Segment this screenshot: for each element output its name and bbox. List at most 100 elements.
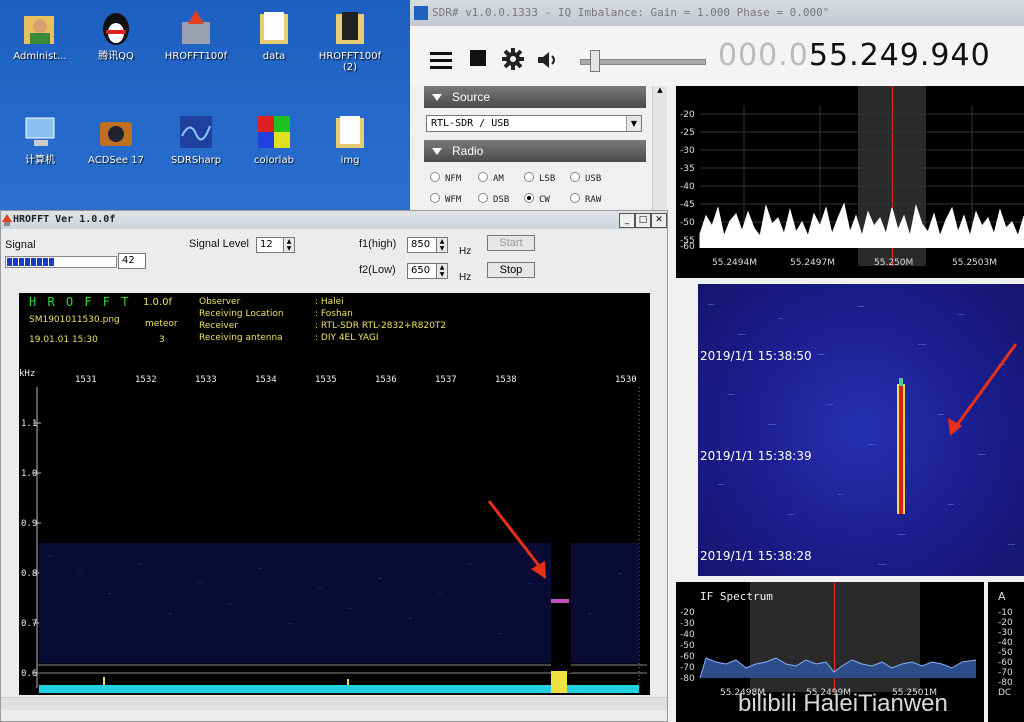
spectrogram-plot xyxy=(33,387,647,693)
if-y-tick: -70 xyxy=(680,663,695,673)
source-panel-header[interactable]: Source xyxy=(424,86,646,108)
chevron-down-icon[interactable]: ▼ xyxy=(626,116,641,131)
folder-icon xyxy=(254,8,294,48)
radio-mode-wfm[interactable]: WFM xyxy=(430,193,461,205)
audio-y-tick: -10 xyxy=(998,608,1013,618)
start-button[interactable]: Start xyxy=(487,235,535,251)
spectrum-x-tick: 55.2494M xyxy=(712,258,757,268)
audio-spectrum[interactable]: A -10 -20 -30 -40 -50 -60 -70 -80 DC xyxy=(988,582,1024,722)
frequency-leading-digits: 000.0 xyxy=(718,38,809,73)
gear-icon[interactable] xyxy=(502,48,524,70)
signal-meter-fill xyxy=(7,258,55,266)
signal-level-stepper[interactable]: ▲ ▼ xyxy=(283,237,295,253)
desktop-icon-label: SDRSharp xyxy=(170,155,222,166)
if-y-tick: -50 xyxy=(680,641,695,651)
f2-label: f2(Low) xyxy=(359,264,396,276)
hrofft-app-icon xyxy=(2,214,12,226)
desktop-icon-data[interactable]: data xyxy=(234,8,314,62)
spectrum-y-tick: -35 xyxy=(680,164,695,174)
frequency-value: 55.249.940 xyxy=(808,38,991,73)
signal-label: Signal xyxy=(5,239,36,251)
radio-panel-header[interactable]: Radio xyxy=(424,140,646,162)
sdr-app-icon xyxy=(414,6,428,20)
audio-y-tick: -70 xyxy=(998,668,1013,678)
spectrum-y-tick: -45 xyxy=(680,200,695,210)
desktop-icon-hrofft[interactable]: HROFFT100f xyxy=(156,8,236,62)
desktop-icon-label: Administ... xyxy=(13,51,67,62)
signal-level-field[interactable]: 12 xyxy=(256,237,284,253)
desktop-icon-label: 计算机 xyxy=(25,155,55,166)
waterfall-timestamp: 2019/1/1 15:38:50 xyxy=(700,349,812,363)
signal-value-field[interactable]: 42 xyxy=(118,253,146,269)
desktop-icon-colorlab[interactable]: colorlab xyxy=(234,112,314,166)
close-button[interactable]: ✕ xyxy=(651,213,667,228)
spectrum-y-tick: -20 xyxy=(680,110,695,120)
radio-mode-lsb[interactable]: LSB xyxy=(524,172,555,184)
radio-mode-dsb[interactable]: DSB xyxy=(478,193,509,205)
spectrum-y-tick: -60 xyxy=(680,242,695,252)
sdr-title-bar: SDR# v1.0.0.1333 - IQ Imbalance: Gain = … xyxy=(410,0,1024,27)
scroll-up-icon[interactable]: ▲ xyxy=(653,86,667,94)
f1-label: f1(high) xyxy=(359,238,397,250)
frequency-display[interactable]: 000.055.249.940 xyxy=(718,38,991,73)
spectrum-y-tick: -40 xyxy=(680,182,695,192)
computer-icon xyxy=(20,112,60,152)
waterfall-timestamp: 2019/1/1 15:38:39 xyxy=(700,449,812,463)
f2-stepper[interactable]: ▲ ▼ xyxy=(436,263,448,279)
audio-y-tick: -60 xyxy=(998,658,1013,668)
watermark: bilibili HaleiTianwen xyxy=(738,690,948,717)
spectrum-x-tick: 55.2497M xyxy=(790,258,835,268)
spectrum-y-tick: -25 xyxy=(680,128,695,138)
waterfall-display[interactable]: 2019/1/1 15:38:50 2019/1/1 15:38:39 2019… xyxy=(698,284,1024,576)
spectrum-x-tick: 55.250M xyxy=(874,258,914,268)
radio-mode-am[interactable]: AM xyxy=(478,172,504,184)
collapse-arrow-icon xyxy=(432,148,442,155)
waterfall-timestamp: 2019/1/1 15:38:28 xyxy=(700,549,812,563)
f1-high-field[interactable]: 850 xyxy=(407,237,437,253)
desktop-icon-label: ACDSee 17 xyxy=(88,155,144,166)
audio-y-tick: -80 xyxy=(998,678,1013,688)
f1-stepper[interactable]: ▲ ▼ xyxy=(436,237,448,253)
desktop-icon-sdrsharp[interactable]: SDRSharp xyxy=(156,112,236,166)
if-y-tick: -20 xyxy=(680,608,695,618)
radio-mode-usb[interactable]: USB xyxy=(570,172,601,184)
spectrum-y-tick: -50 xyxy=(680,218,695,228)
hrofft-window-title: HROFFT Ver 1.0.0f xyxy=(13,214,116,225)
desktop-icon-label: 腾讯QQ xyxy=(98,51,134,62)
f2-low-field[interactable]: 650 xyxy=(407,263,437,279)
hrofft-spectrogram[interactable]: H R O F F T 1.0.0f SM1901011530.png mete… xyxy=(19,293,650,695)
maximize-button[interactable]: □ xyxy=(635,213,651,228)
if-y-tick: -80 xyxy=(680,674,695,684)
radio-mode-nfm[interactable]: NFM xyxy=(430,172,461,184)
desktop-icon-administrator[interactable]: Administ... xyxy=(0,8,80,62)
desktop-icon-computer[interactable]: 计算机 xyxy=(0,112,80,166)
desktop-icon-hrofft-2[interactable]: HROFFT100f (2) xyxy=(310,8,390,73)
sdr-window-title: SDR# v1.0.0.1333 - IQ Imbalance: Gain = … xyxy=(432,6,830,19)
user-folder-icon xyxy=(20,8,60,48)
audio-y-tick: -20 xyxy=(998,618,1013,628)
radio-mode-raw[interactable]: RAW xyxy=(570,193,601,205)
f2-unit: Hz xyxy=(459,272,472,283)
spectrum-y-tick: -30 xyxy=(680,146,695,156)
spectrum-analyzer[interactable]: -20 -25 -30 -35 -40 -45 -50 -55 -60 55.2… xyxy=(676,86,1024,278)
desktop-icon-img[interactable]: img xyxy=(310,112,390,166)
desktop-icon-qq[interactable]: 腾讯QQ xyxy=(76,8,156,62)
config-scrollbar[interactable]: ▲ xyxy=(652,86,667,210)
desktop-icon-acdsee[interactable]: ACDSee 17 xyxy=(76,112,156,166)
qq-penguin-icon xyxy=(96,8,136,48)
if-y-tick: -40 xyxy=(680,630,695,640)
radio-mode-cw[interactable]: CW xyxy=(524,193,550,205)
stop-icon[interactable] xyxy=(470,50,488,68)
hrofft-title-bar: HROFFT Ver 1.0.0f _ □ ✕ xyxy=(1,211,667,229)
signal-level-label: Signal Level xyxy=(189,238,249,250)
menu-icon[interactable] xyxy=(430,50,452,70)
colorlab-app-icon xyxy=(254,112,294,152)
folder-icon xyxy=(330,112,370,152)
stop-button[interactable]: Stop xyxy=(487,262,535,278)
speaker-icon[interactable] xyxy=(536,50,562,70)
minimize-button[interactable]: _ xyxy=(619,213,635,228)
horizontal-scrollbar[interactable] xyxy=(1,697,667,710)
volume-slider-handle[interactable] xyxy=(590,50,600,72)
hrofft-app-icon xyxy=(176,8,216,48)
source-device-select[interactable]: RTL-SDR / USB ▼ xyxy=(426,115,642,132)
